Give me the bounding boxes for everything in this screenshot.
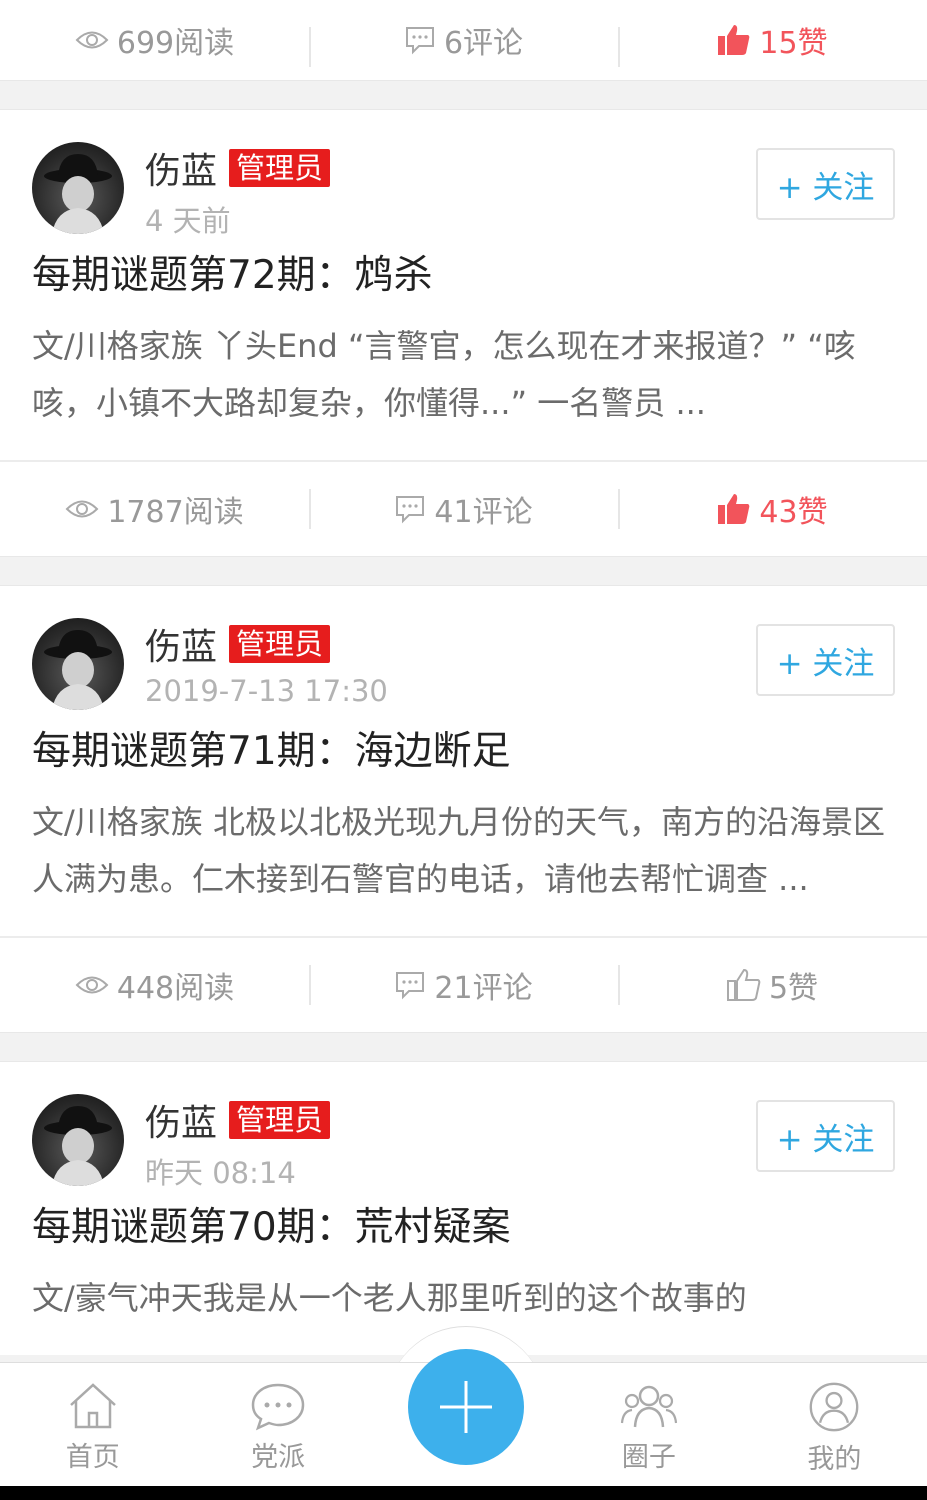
- section-gap: [0, 556, 927, 586]
- post-stats-bar: 699阅读 6评论 15赞: [0, 0, 927, 80]
- comments-stat[interactable]: 21评论: [309, 938, 618, 1032]
- likes-count: 43赞: [759, 495, 828, 530]
- post-time: 2019-7-13 17:30: [145, 674, 388, 708]
- follow-button[interactable]: + 关注: [756, 148, 895, 220]
- views-count: 699阅读: [116, 26, 235, 61]
- comments-count: 6评论: [443, 26, 524, 61]
- views-count: 1787阅读: [107, 495, 244, 530]
- post-card[interactable]: 伤蓝 管理员 2019-7-13 17:30 + 关注 每期谜题第71期：海边断…: [0, 586, 927, 938]
- detective-avatar-icon: [44, 1106, 112, 1186]
- post-excerpt[interactable]: 文/川格家族 丫头End “言警官，怎么现在才来报道？” “咳咳，小镇不大路却复…: [32, 318, 895, 460]
- thumbs-up-filled-icon: [718, 494, 750, 524]
- avatar[interactable]: [32, 142, 124, 234]
- system-bar: [0, 1486, 927, 1500]
- section-gap: [0, 1032, 927, 1062]
- nav-me[interactable]: 我的: [742, 1363, 927, 1486]
- comments-stat[interactable]: 6评论: [309, 0, 618, 80]
- post-stats-bar: 448阅读 21评论 5赞: [0, 938, 927, 1032]
- user-icon: [809, 1382, 859, 1432]
- author-name[interactable]: 伤蓝: [145, 618, 217, 670]
- comment-icon: [396, 496, 425, 524]
- views-count: 448阅读: [116, 971, 235, 1006]
- avatar[interactable]: [32, 618, 124, 710]
- post-time: 4 天前: [145, 204, 231, 238]
- likes-stat[interactable]: 15赞: [618, 0, 927, 80]
- likes-count: 15赞: [759, 26, 828, 61]
- post-card[interactable]: 伤蓝 管理员 昨天 08:14 + 关注 每期谜题第70期：荒村疑案 文/豪气冲…: [0, 1062, 927, 1355]
- admin-badge: 管理员: [229, 625, 331, 663]
- follow-button[interactable]: + 关注: [756, 624, 895, 696]
- views-stat[interactable]: 699阅读: [0, 0, 309, 80]
- likes-count: 5赞: [768, 971, 819, 1006]
- admin-badge: 管理员: [229, 149, 331, 187]
- likes-stat[interactable]: 43赞: [618, 462, 927, 556]
- thumbs-up-filled-icon: [718, 25, 750, 55]
- author-name[interactable]: 伤蓝: [145, 1094, 217, 1146]
- post-title[interactable]: 每期谜题第71期：海边断足: [32, 716, 895, 794]
- nav-circles[interactable]: 圈子: [556, 1363, 741, 1486]
- views-stat[interactable]: 448阅读: [0, 938, 309, 1032]
- comments-count: 41评论: [434, 495, 533, 530]
- follow-button[interactable]: + 关注: [756, 1100, 895, 1172]
- home-icon: [69, 1383, 116, 1429]
- views-stat[interactable]: 1787阅读: [0, 462, 309, 556]
- post-title[interactable]: 每期谜题第72期：鸩杀: [32, 240, 895, 318]
- nav-party-label: 党派: [251, 1442, 306, 1473]
- nav-home-label: 首页: [65, 1442, 120, 1473]
- post-feed: 699阅读 6评论 15赞 伤蓝 管理员 4 天前 + 关注 每期谜题第72期：…: [0, 0, 927, 1362]
- post-stats-bar: 1787阅读 41评论 43赞: [0, 462, 927, 556]
- eye-icon: [65, 500, 99, 518]
- eye-icon: [75, 976, 109, 994]
- comment-icon: [405, 27, 434, 55]
- detective-avatar-icon: [44, 630, 112, 710]
- post-title[interactable]: 每期谜题第70期：荒村疑案: [32, 1192, 895, 1270]
- plus-icon: [440, 1381, 492, 1433]
- chat-bubble-icon: [251, 1383, 305, 1431]
- nav-me-label: 我的: [807, 1444, 862, 1475]
- group-icon: [620, 1385, 678, 1428]
- comments-stat[interactable]: 41评论: [309, 462, 618, 556]
- nav-home[interactable]: 首页: [0, 1363, 185, 1486]
- post-excerpt[interactable]: 文/川格家族 北极以北极光现九月份的天气，南方的沿海景区人满为患。仁木接到石警官…: [32, 794, 895, 936]
- author-name[interactable]: 伤蓝: [145, 142, 217, 194]
- detective-avatar-icon: [44, 154, 112, 234]
- nav-circles-label: 圈子: [621, 1442, 676, 1473]
- avatar[interactable]: [32, 1094, 124, 1186]
- likes-stat[interactable]: 5赞: [618, 938, 927, 1032]
- eye-icon: [75, 31, 109, 49]
- create-post-button[interactable]: [408, 1349, 524, 1465]
- comment-icon: [396, 972, 425, 1000]
- post-time: 昨天 08:14: [145, 1156, 296, 1190]
- post-card[interactable]: 伤蓝 管理员 4 天前 + 关注 每期谜题第72期：鸩杀 文/川格家族 丫头En…: [0, 110, 927, 462]
- admin-badge: 管理员: [229, 1101, 331, 1139]
- nav-party[interactable]: 党派: [185, 1363, 370, 1486]
- comments-count: 21评论: [434, 971, 533, 1006]
- thumbs-up-outline-icon: [726, 969, 761, 1001]
- section-gap: [0, 80, 927, 110]
